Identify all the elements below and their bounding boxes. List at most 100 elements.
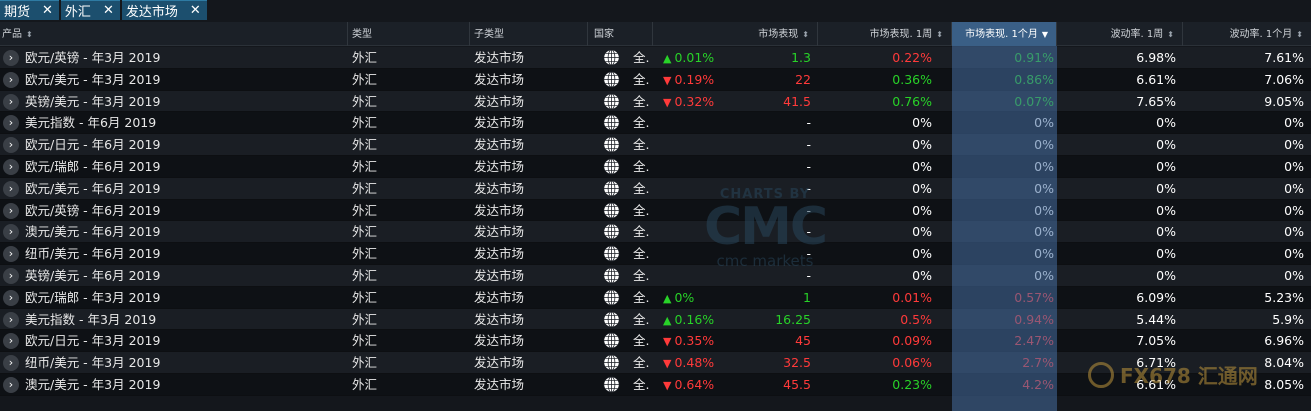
chevron-right-icon[interactable]: › xyxy=(3,137,19,154)
performance-pct-value: 0.35% xyxy=(674,333,715,349)
chevron-right-icon[interactable]: › xyxy=(3,115,19,132)
type-cell: 外汇 xyxy=(352,180,378,196)
close-icon[interactable]: ✕ xyxy=(190,4,201,17)
tab-futures[interactable]: 期货 ✕ xyxy=(0,0,59,20)
product-name[interactable]: 欧元/美元 - 年6月 2019 xyxy=(25,178,345,200)
subtype-cell: 发达市场 xyxy=(474,355,525,371)
performance-1w: 0.23% xyxy=(892,376,932,392)
product-name[interactable]: 英镑/美元 - 年6月 2019 xyxy=(25,265,345,287)
country-cell: 全. xyxy=(633,137,650,153)
chevron-right-icon[interactable]: › xyxy=(3,289,19,306)
chevron-right-icon[interactable]: › xyxy=(3,180,19,197)
table-row[interactable]: › 美元指数 - 年3月 2019 外汇 发达市场 全. ▲ 0.16% 16.25 0.5% 0… xyxy=(0,308,1311,331)
performance-pct xyxy=(663,243,743,265)
col-header-country[interactable]: 国家 xyxy=(588,22,653,46)
table-row[interactable]: › 欧元/瑞郎 - 年3月 2019 外汇 发达市场 全. ▲ 0% 1 0.01% 0.57% 6… xyxy=(0,286,1311,309)
table-row[interactable]: › 欧元/日元 - 年3月 2019 外汇 发达市场 全. ▼ 0.35% 45 0.09% 2.… xyxy=(0,330,1311,353)
table-row[interactable]: › 欧元/美元 - 年3月 2019 外汇 发达市场 全. ▼ 0.19% 22 0.36% 0.… xyxy=(0,68,1311,91)
chevron-right-icon[interactable]: › xyxy=(3,71,19,88)
chevron-right-icon[interactable]: › xyxy=(3,267,19,284)
col-header-performance-1m[interactable]: 市场表现. 1个月 ▼ xyxy=(952,22,1057,46)
country-cell: 全. xyxy=(633,50,650,65)
chevron-right-icon[interactable]: › xyxy=(3,246,19,263)
subtype-cell: 发达市场 xyxy=(474,71,525,87)
performance-value: 1 xyxy=(803,289,811,305)
col-header-product[interactable]: 产品 ⬍ xyxy=(0,22,348,46)
volatility-1m: 0% xyxy=(1284,202,1304,218)
table-row[interactable]: › 澳元/美元 - 年3月 2019 外汇 发达市场 全. ▼ 0.64% 45.5 0.23%… xyxy=(0,373,1311,396)
chevron-right-icon[interactable]: › xyxy=(3,158,19,175)
subtype-cell: 发达市场 xyxy=(474,376,525,392)
chevron-right-icon[interactable]: › xyxy=(3,93,19,110)
product-name[interactable]: 美元指数 - 年3月 2019 xyxy=(25,309,345,331)
subtype-cell: 发达市场 xyxy=(474,180,525,196)
tab-forex[interactable]: 外汇 ✕ xyxy=(60,0,120,20)
table-row[interactable]: › 欧元/英镑 - 年6月 2019 外汇 发达市场 全. - 0% 0% 0% 0% xyxy=(0,199,1311,222)
product-name[interactable]: 欧元/瑞郎 - 年6月 2019 xyxy=(25,156,345,178)
tab-bar: 期货 ✕ 外汇 ✕ 发达市场 ✕ xyxy=(0,0,209,21)
chevron-right-icon[interactable]: › xyxy=(3,376,19,393)
table-row[interactable]: › 欧元/英镑 - 年3月 2019 外汇 发达市场 全. ▲ 0.01% 1.3 0.22% 0… xyxy=(0,47,1311,69)
performance-pct: ▼ 0.35% xyxy=(663,330,743,352)
performance-1m: 0% xyxy=(1034,202,1054,218)
product-name[interactable]: 澳元/美元 - 年3月 2019 xyxy=(25,374,345,396)
volatility-1m: 0% xyxy=(1284,137,1304,153)
type-cell: 外汇 xyxy=(352,202,378,218)
table-row[interactable]: › 英镑/美元 - 年3月 2019 外汇 发达市场 全. ▼ 0.32% 41.5 0.76%… xyxy=(0,90,1311,113)
table-row[interactable]: › 澳元/美元 - 年6月 2019 外汇 发达市场 全. - 0% 0% 0% 0% xyxy=(0,221,1311,244)
table-row[interactable]: › 英镑/美元 - 年6月 2019 外汇 发达市场 全. - 0% 0% 0% 0% xyxy=(0,264,1311,287)
table-row[interactable]: › 纽币/美元 - 年3月 2019 外汇 发达市场 全. ▼ 0.48% 32.5 0.06%… xyxy=(0,352,1311,374)
volatility-1w: 6.09% xyxy=(1136,289,1176,305)
col-header-performance[interactable]: 市场表现 ⬍ xyxy=(653,22,818,46)
col-header-subtype[interactable]: 子类型 xyxy=(470,22,588,46)
product-name[interactable]: 欧元/日元 - 年6月 2019 xyxy=(25,134,345,156)
product-name[interactable]: 美元指数 - 年6月 2019 xyxy=(25,112,345,134)
performance-pct-value: 0.48% xyxy=(674,355,715,371)
product-name[interactable]: 澳元/美元 - 年6月 2019 xyxy=(25,221,345,243)
chevron-right-icon[interactable]: › xyxy=(3,311,19,328)
volatility-1w: 5.44% xyxy=(1136,311,1176,327)
market-grid: 产品 ⬍ 类型 子类型 国家 市场表现 ⬍ 市场表现. 1周 ⬍ 市场表现. 1个月 ▼… xyxy=(0,22,1311,411)
product-name[interactable]: 英镑/美元 - 年3月 2019 xyxy=(25,91,345,113)
performance-pct xyxy=(663,200,743,222)
col-header-label: 子类型 xyxy=(474,29,504,40)
table-row[interactable]: › 欧元/瑞郎 - 年6月 2019 外汇 发达市场 全. - 0% 0% 0% 0% xyxy=(0,155,1311,178)
subtype-cell: 发达市场 xyxy=(474,50,525,65)
performance-value: - xyxy=(806,267,811,283)
type-cell: 外汇 xyxy=(352,93,378,109)
subtype-cell: 发达市场 xyxy=(474,158,525,174)
sort-icon: ⬍ xyxy=(1296,30,1303,39)
performance-pct-value: 0.01% xyxy=(674,50,715,65)
close-icon[interactable]: ✕ xyxy=(103,4,114,17)
product-name[interactable]: 欧元/美元 - 年3月 2019 xyxy=(25,69,345,91)
product-name[interactable]: 欧元/英镑 - 年3月 2019 xyxy=(25,47,345,69)
tab-developed-markets[interactable]: 发达市场 ✕ xyxy=(121,0,207,20)
country-cell: 全. xyxy=(633,115,650,131)
col-header-volatility-1w[interactable]: 波动率. 1周 ⬍ xyxy=(1057,22,1183,46)
performance-pct xyxy=(663,178,743,200)
col-header-performance-1w[interactable]: 市场表现. 1周 ⬍ xyxy=(818,22,952,46)
product-name[interactable]: 欧元/英镑 - 年6月 2019 xyxy=(25,200,345,222)
product-name[interactable]: 纽币/美元 - 年6月 2019 xyxy=(25,243,345,265)
chevron-right-icon[interactable]: › xyxy=(3,202,19,219)
subtype-cell: 发达市场 xyxy=(474,246,525,262)
chevron-right-icon[interactable]: › xyxy=(3,333,19,350)
table-row[interactable]: › 纽币/美元 - 年6月 2019 外汇 发达市场 全. - 0% 0% 0% 0% xyxy=(0,243,1311,265)
product-name[interactable]: 欧元/瑞郎 - 年3月 2019 xyxy=(25,287,345,309)
table-row[interactable]: › 欧元/日元 - 年6月 2019 外汇 发达市场 全. - 0% 0% 0% 0% xyxy=(0,134,1311,156)
product-name[interactable]: 纽币/美元 - 年3月 2019 xyxy=(25,352,345,374)
performance-pct xyxy=(663,221,743,243)
col-header-volatility-1m[interactable]: 波动率. 1个月 ⬍ xyxy=(1183,22,1311,46)
volatility-1w: 0% xyxy=(1156,267,1176,283)
performance-1m: 0% xyxy=(1034,246,1054,262)
chevron-right-icon[interactable]: › xyxy=(3,224,19,241)
table-row[interactable]: › 欧元/美元 - 年6月 2019 外汇 发达市场 全. - 0% 0% 0% 0% xyxy=(0,177,1311,200)
col-header-type[interactable]: 类型 xyxy=(348,22,470,46)
chevron-right-icon[interactable]: › xyxy=(3,50,19,66)
product-name[interactable]: 欧元/日元 - 年3月 2019 xyxy=(25,330,345,352)
chevron-right-icon[interactable]: › xyxy=(3,355,19,372)
performance-pct-value: 0.16% xyxy=(674,311,715,327)
table-row[interactable]: › 美元指数 - 年6月 2019 外汇 发达市场 全. - 0% 0% 0% 0% xyxy=(0,112,1311,135)
close-icon[interactable]: ✕ xyxy=(42,4,53,17)
type-cell: 外汇 xyxy=(352,311,378,327)
